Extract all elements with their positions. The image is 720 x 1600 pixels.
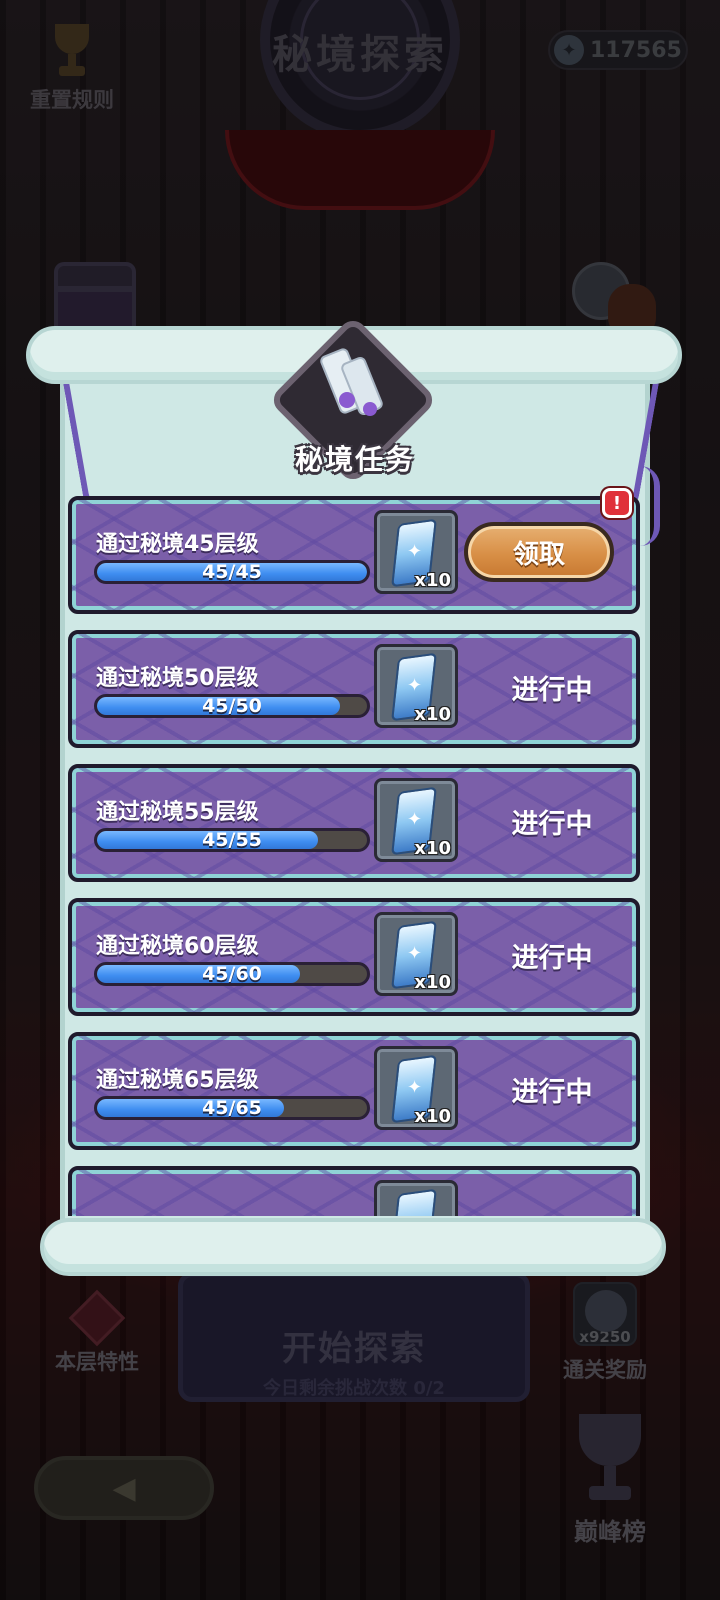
progress-bar: 45/55 xyxy=(94,828,370,852)
reward-slot[interactable]: ✦ x10 xyxy=(374,644,458,728)
task-name: 通过秘境45层级 xyxy=(96,532,259,557)
reward-quantity: x10 xyxy=(414,704,451,725)
progress-bar: 45/50 xyxy=(94,694,370,718)
task-card: 通过秘境60层级 45/60 ✦ x10 进行中 xyxy=(68,898,640,1016)
star-icon: ✦ xyxy=(407,675,423,696)
progress-bar: 45/60 xyxy=(94,962,370,986)
reward-slot[interactable]: ✦ x10 xyxy=(374,778,458,862)
progress-text: 45/65 xyxy=(202,1097,262,1119)
task-name: 通过秘境60层级 xyxy=(96,934,259,959)
reward-slot[interactable]: ✦ x10 xyxy=(374,1046,458,1130)
status-in-progress: 进行中 xyxy=(511,675,593,706)
task-list[interactable]: 通过秘境45层级 45/45 ✦ x10 领取 通过秘境50层级 45/50 ✦… xyxy=(66,494,652,1216)
reward-quantity: x10 xyxy=(414,972,451,993)
task-name: 通过秘境65层级 xyxy=(96,1068,259,1093)
reward-slot[interactable] xyxy=(374,1180,458,1216)
progress-bar: 45/65 xyxy=(94,1096,370,1120)
scroll-rod-bottom xyxy=(40,1218,666,1276)
progress-text: 45/55 xyxy=(202,829,262,851)
progress-bar: 45/45 xyxy=(94,560,370,584)
reward-slot[interactable]: ✦ x10 xyxy=(374,510,458,594)
status-in-progress: 进行中 xyxy=(511,943,593,974)
reward-slot[interactable]: ✦ x10 xyxy=(374,912,458,996)
panel-title: 秘境任务 xyxy=(294,443,415,476)
alert-icon: ! xyxy=(602,488,632,518)
star-icon: ✦ xyxy=(407,541,423,562)
task-name: 通过秘境55层级 xyxy=(96,800,259,825)
task-card: 通过秘境45层级 45/45 ✦ x10 领取 xyxy=(68,496,640,614)
task-card: 通过秘境65层级 45/65 ✦ x10 进行中 xyxy=(68,1032,640,1150)
progress-text: 45/60 xyxy=(202,963,262,985)
crystal-ticket-icon xyxy=(391,1188,437,1216)
status-in-progress: 进行中 xyxy=(511,1077,593,1108)
star-icon: ✦ xyxy=(407,1077,423,1098)
reward-quantity: x10 xyxy=(414,838,451,859)
task-card: 通过秘境50层级 45/50 ✦ x10 进行中 xyxy=(68,630,640,748)
task-name: 通过秘境50层级 xyxy=(96,666,259,691)
claim-button[interactable]: 领取 xyxy=(464,522,614,582)
reward-quantity: x10 xyxy=(414,1106,451,1127)
progress-text: 45/45 xyxy=(202,561,262,583)
task-card: 通过秘境55层级 45/55 ✦ x10 进行中 xyxy=(68,764,640,882)
task-card-partial xyxy=(68,1166,640,1216)
scroll-icon xyxy=(318,344,385,424)
status-in-progress: 进行中 xyxy=(511,809,593,840)
star-icon: ✦ xyxy=(407,943,423,964)
progress-text: 45/50 xyxy=(202,695,262,717)
star-icon: ✦ xyxy=(407,809,423,830)
reward-quantity: x10 xyxy=(414,570,451,591)
